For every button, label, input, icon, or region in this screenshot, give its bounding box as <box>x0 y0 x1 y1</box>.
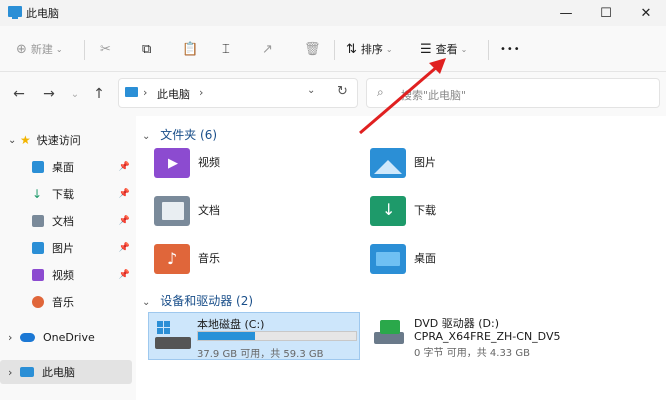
annotation-arrow <box>359 58 446 135</box>
